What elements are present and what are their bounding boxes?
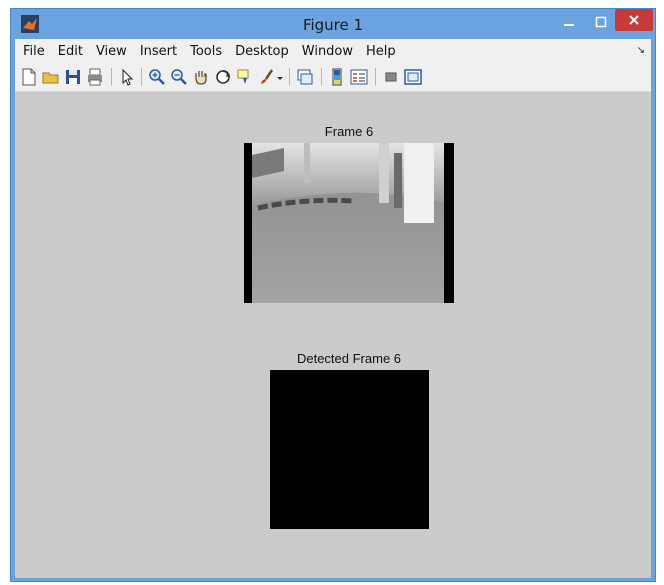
title-bar[interactable]: Figure 1 bbox=[11, 9, 655, 39]
axes-title-frame: Frame 6 bbox=[324, 124, 374, 139]
menu-insert[interactable]: Insert bbox=[140, 44, 177, 59]
menu-file[interactable]: File bbox=[23, 44, 45, 59]
maximize-icon bbox=[595, 16, 607, 28]
toolbar-separator bbox=[321, 68, 322, 86]
toolbar-separator bbox=[289, 68, 290, 86]
minimize-icon bbox=[564, 24, 574, 26]
rotate-3d-icon[interactable] bbox=[213, 67, 233, 87]
detected-frame-image bbox=[270, 370, 429, 529]
toolbar-separator bbox=[111, 68, 112, 86]
menu-bar: File Edit View Insert Tools Desktop Wind… bbox=[15, 39, 651, 63]
open-file-icon[interactable] bbox=[41, 67, 61, 87]
save-icon[interactable] bbox=[63, 67, 83, 87]
menu-window[interactable]: Window bbox=[302, 44, 353, 59]
menu-edit[interactable]: Edit bbox=[58, 44, 83, 59]
parking-lot-frame-image bbox=[244, 143, 454, 303]
legend-icon[interactable] bbox=[349, 67, 369, 87]
colorbar-icon[interactable] bbox=[327, 67, 347, 87]
toolbar-separator bbox=[375, 68, 376, 86]
brush-dropdown-icon[interactable] bbox=[275, 67, 285, 87]
toolbar-separator bbox=[141, 68, 142, 86]
dock-arrow-icon[interactable]: ↘ bbox=[637, 45, 645, 56]
data-cursor-icon[interactable] bbox=[235, 67, 255, 87]
figure-toolbar bbox=[15, 63, 651, 92]
print-icon[interactable] bbox=[85, 67, 105, 87]
brush-icon[interactable] bbox=[257, 67, 277, 87]
zoom-in-icon[interactable] bbox=[147, 67, 167, 87]
new-figure-icon[interactable] bbox=[19, 67, 39, 87]
pan-hand-icon[interactable] bbox=[191, 67, 211, 87]
menu-tools[interactable]: Tools bbox=[190, 44, 222, 59]
zoom-out-icon[interactable] bbox=[169, 67, 189, 87]
minimize-button[interactable] bbox=[557, 11, 581, 33]
menu-help[interactable]: Help bbox=[366, 44, 396, 59]
close-icon bbox=[629, 15, 639, 25]
hide-plot-tools-icon[interactable] bbox=[381, 67, 401, 87]
show-plot-tools-icon[interactable] bbox=[403, 67, 423, 87]
edit-plot-arrow-icon[interactable] bbox=[117, 67, 137, 87]
link-plot-icon[interactable] bbox=[295, 67, 315, 87]
close-button[interactable] bbox=[615, 9, 653, 31]
figure-canvas: Frame 6 Detected Frame 6 bbox=[15, 92, 651, 578]
menu-view[interactable]: View bbox=[96, 44, 127, 59]
maximize-button[interactable] bbox=[589, 11, 613, 33]
menu-desktop[interactable]: Desktop bbox=[235, 44, 289, 59]
frame-image bbox=[244, 143, 454, 303]
figure-window: Figure 1 File Edit View Insert Tools Des… bbox=[10, 8, 656, 582]
axes-title-detected: Detected Frame 6 bbox=[296, 351, 402, 366]
